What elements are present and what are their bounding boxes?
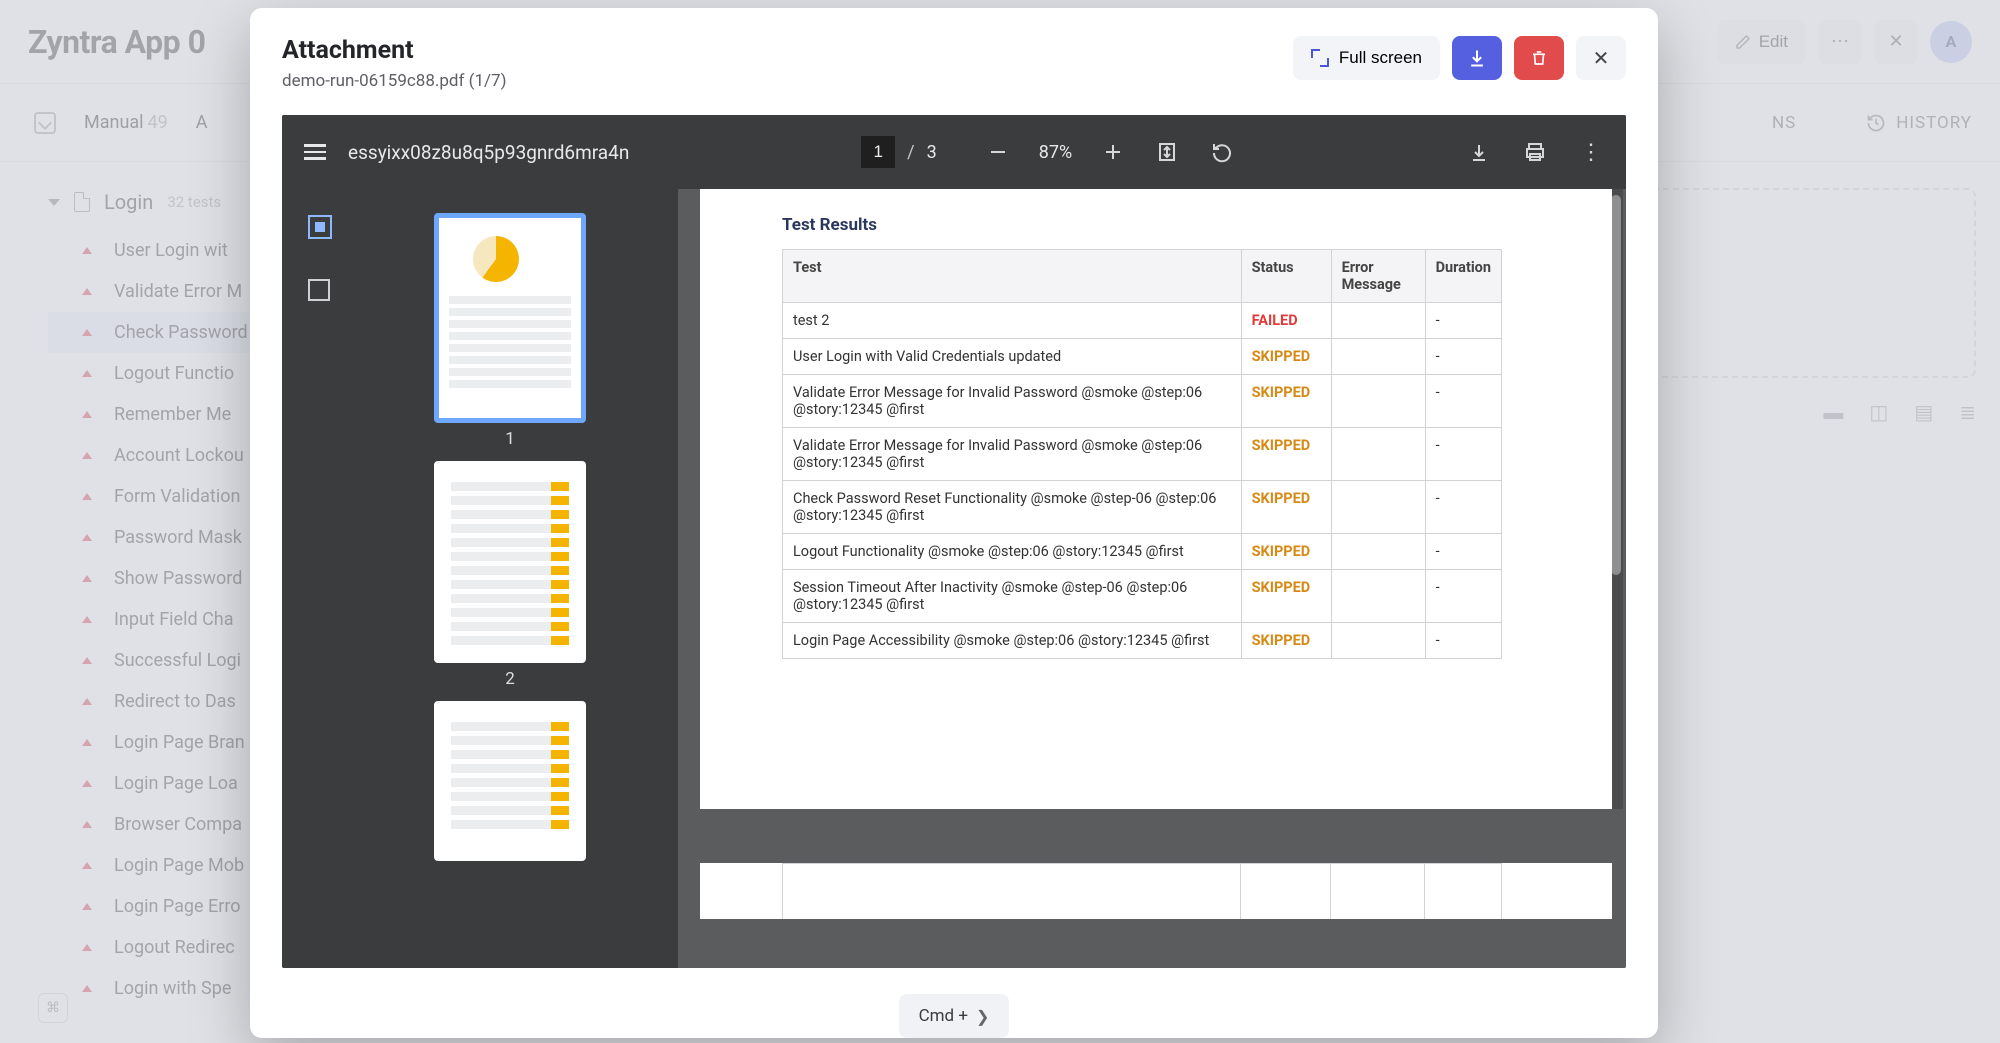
cell-status: FAILED (1241, 303, 1331, 339)
cell-duration: - (1425, 534, 1501, 570)
cell-status: SKIPPED (1241, 570, 1331, 623)
cell-error (1331, 481, 1425, 534)
pdf-page-2-peek (700, 863, 1612, 919)
cell-test: Login Page Accessibility @smoke @step:06… (783, 623, 1242, 659)
cell-error (1331, 623, 1425, 659)
cell-duration: - (1425, 303, 1501, 339)
zoom-in-icon[interactable] (1100, 139, 1126, 165)
pdf-thumb-1[interactable] (434, 213, 586, 423)
cell-test: User Login with Valid Credentials update… (783, 339, 1242, 375)
pdf-page-1: Test Results Test Status Error Message D… (700, 189, 1612, 809)
pdf-file-name: essyixx08z8u8q5p93gnrd6mra4n (348, 141, 629, 164)
keyboard-nav-hint: Cmd + ❯ (899, 994, 1010, 1038)
cell-status: SKIPPED (1241, 339, 1331, 375)
pdf-thumbnails: 1 2 (282, 189, 678, 968)
pdf-download-icon[interactable] (1466, 139, 1492, 165)
cell-test: Validate Error Message for Invalid Passw… (783, 428, 1242, 481)
table-row: User Login with Valid Credentials update… (783, 339, 1502, 375)
pdf-page-input[interactable] (861, 136, 895, 168)
modal-title: Attachment (282, 36, 1273, 65)
table-row: Login Page Accessibility @smoke @step:06… (783, 623, 1502, 659)
report-heading: Test Results (700, 215, 1612, 249)
table-row: Validate Error Message for Invalid Passw… (783, 428, 1502, 481)
cell-duration: - (1425, 428, 1501, 481)
pdf-page-sep: / (907, 142, 914, 163)
table-row: test 2FAILED - (783, 303, 1502, 339)
cell-status: SKIPPED (1241, 428, 1331, 481)
zoom-out-icon[interactable] (985, 139, 1011, 165)
modal-subtitle: demo-run-06159c88.pdf (1/7) (282, 71, 1273, 91)
fit-page-icon[interactable] (1154, 139, 1180, 165)
cell-error (1331, 375, 1425, 428)
cell-duration: - (1425, 570, 1501, 623)
cell-error (1331, 570, 1425, 623)
table-row: Check Password Reset Functionality @smok… (783, 481, 1502, 534)
cell-test: Validate Error Message for Invalid Passw… (783, 375, 1242, 428)
zoom-level: 87% (1039, 142, 1072, 163)
cell-duration: - (1425, 375, 1501, 428)
download-button[interactable] (1452, 36, 1502, 80)
cell-duration: - (1425, 339, 1501, 375)
thumb-label-2: 2 (505, 669, 515, 689)
close-modal-button[interactable]: ✕ (1576, 36, 1626, 80)
cell-error (1331, 534, 1425, 570)
cell-duration: - (1425, 623, 1501, 659)
cell-duration: - (1425, 481, 1501, 534)
pdf-thumb-3[interactable] (434, 701, 586, 861)
cell-status: SKIPPED (1241, 623, 1331, 659)
print-icon[interactable] (1522, 139, 1548, 165)
full-screen-button[interactable]: Full screen (1293, 36, 1440, 80)
cell-test: Check Password Reset Functionality @smok… (783, 481, 1242, 534)
cell-status: SKIPPED (1241, 375, 1331, 428)
cell-status: SKIPPED (1241, 481, 1331, 534)
table-row: Validate Error Message for Invalid Passw… (783, 375, 1502, 428)
pdf-more-icon[interactable]: ⋮ (1578, 139, 1604, 165)
col-status: Status (1241, 250, 1331, 303)
pdf-menu-icon[interactable] (304, 144, 326, 160)
cell-error (1331, 339, 1425, 375)
thumb-label-1: 1 (505, 429, 515, 449)
table-row: Logout Functionality @smoke @step:06 @st… (783, 534, 1502, 570)
table-row: Session Timeout After Inactivity @smoke … (783, 570, 1502, 623)
pdf-thumb-2[interactable] (434, 461, 586, 663)
col-err: Error Message (1331, 250, 1425, 303)
delete-button[interactable] (1514, 36, 1564, 80)
full-screen-icon (1311, 49, 1329, 67)
cell-test: test 2 (783, 303, 1242, 339)
pdf-page-total: 3 (927, 142, 937, 163)
col-test: Test (783, 250, 1242, 303)
chevron-right-icon: ❯ (976, 1007, 989, 1026)
cell-error (1331, 303, 1425, 339)
results-table: Test Status Error Message Duration test … (782, 249, 1502, 659)
outline-view-icon[interactable] (308, 279, 330, 301)
cell-status: SKIPPED (1241, 534, 1331, 570)
rotate-icon[interactable] (1208, 139, 1234, 165)
col-dur: Duration (1425, 250, 1501, 303)
cell-error (1331, 428, 1425, 481)
cell-test: Logout Functionality @smoke @step:06 @st… (783, 534, 1242, 570)
attachment-modal: Attachment demo-run-06159c88.pdf (1/7) F… (250, 8, 1658, 1038)
cell-test: Session Timeout After Inactivity @smoke … (783, 570, 1242, 623)
pdf-viewer: essyixx08z8u8q5p93gnrd6mra4n / 3 87% ⋮ (282, 115, 1626, 968)
thumbnail-view-icon[interactable] (308, 215, 332, 239)
pdf-page-area[interactable]: Test Results Test Status Error Message D… (678, 189, 1626, 968)
